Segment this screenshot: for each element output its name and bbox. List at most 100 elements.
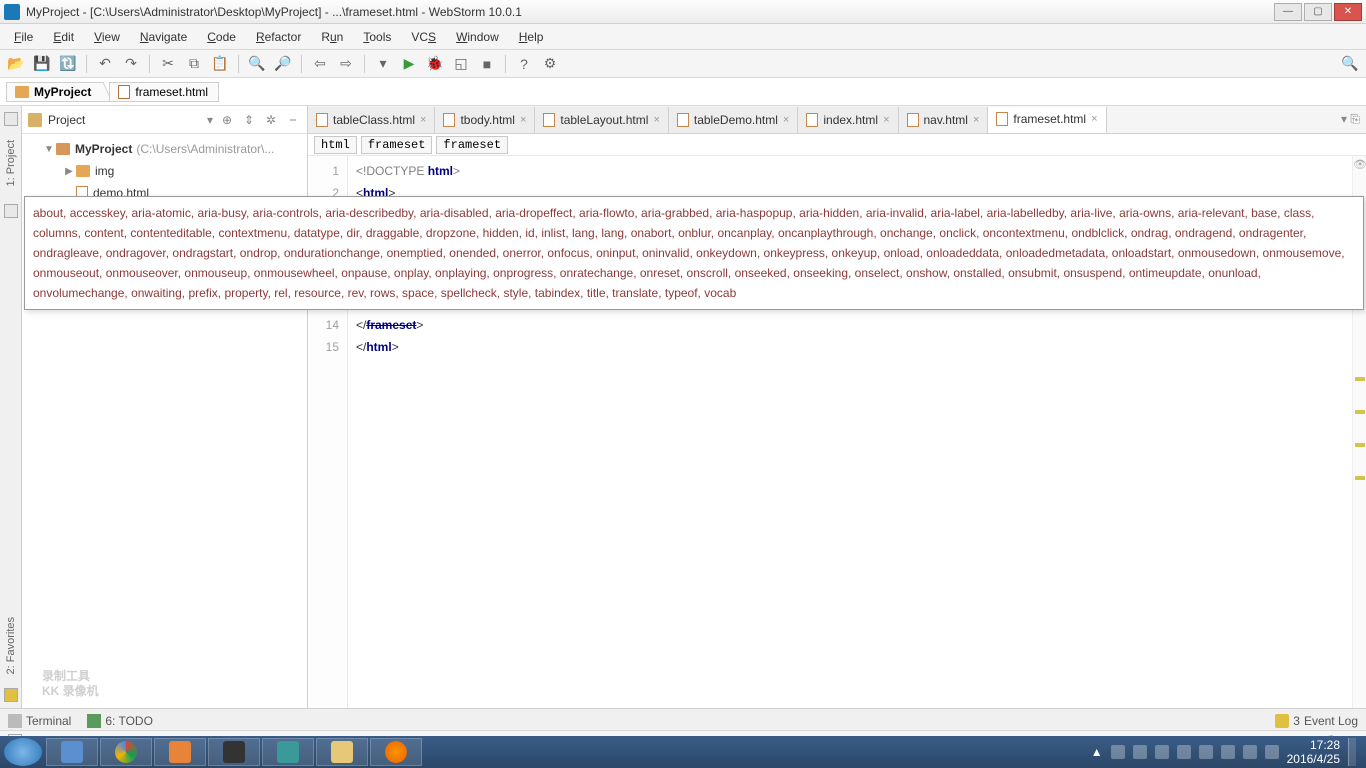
sync-button[interactable]: 🔃: [58, 54, 78, 74]
tool-tab-project[interactable]: 1: Project: [3, 136, 19, 190]
tab-frameset[interactable]: frameset.html×: [988, 107, 1106, 133]
breadcrumb-project[interactable]: MyProject: [6, 82, 101, 102]
tab-tablelayout[interactable]: tableLayout.html×: [535, 107, 669, 133]
open-button[interactable]: 📂: [6, 54, 26, 74]
tree-root[interactable]: ▼ MyProject (C:\Users\Administrator\...: [22, 138, 307, 160]
menu-code[interactable]: Code: [199, 27, 244, 47]
collapse-all-button[interactable]: ⇕: [241, 112, 257, 128]
warning-mark[interactable]: [1355, 410, 1365, 414]
minimize-button[interactable]: —: [1274, 3, 1302, 21]
close-tab-icon[interactable]: ×: [653, 114, 659, 126]
editor-crumb[interactable]: html: [314, 136, 357, 154]
undo-button[interactable]: ↶: [95, 54, 115, 74]
save-button[interactable]: 💾: [32, 54, 52, 74]
stop-button[interactable]: ■: [477, 54, 497, 74]
warning-mark[interactable]: [1355, 377, 1365, 381]
taskbar-app[interactable]: [154, 738, 206, 766]
tab-index[interactable]: index.html×: [798, 107, 898, 133]
menu-window[interactable]: Window: [448, 27, 507, 47]
breadcrumb-file[interactable]: frameset.html: [109, 82, 219, 102]
tree-folder-img[interactable]: ▶ img: [22, 160, 307, 182]
tray-expand-icon[interactable]: ▲: [1091, 745, 1103, 759]
system-tray: ▲ 17:28 2016/4/25: [1091, 738, 1362, 767]
menu-vcs[interactable]: VCS: [403, 27, 444, 47]
event-log-button[interactable]: 3 Event Log: [1275, 714, 1358, 728]
settings-gear-icon[interactable]: ✲: [263, 112, 279, 128]
maximize-button[interactable]: ▢: [1304, 3, 1332, 21]
taskbar-explorer[interactable]: [316, 738, 368, 766]
tool-tab-label: Terminal: [26, 714, 71, 728]
favorites-tool-icon[interactable]: [4, 688, 18, 702]
menu-file[interactable]: File: [6, 27, 41, 47]
menu-view[interactable]: View: [86, 27, 128, 47]
menu-tools[interactable]: Tools: [355, 27, 399, 47]
taskbar-chrome[interactable]: [100, 738, 152, 766]
expand-arrow-icon[interactable]: ▼: [42, 144, 56, 155]
replace-button[interactable]: 🔎: [273, 54, 293, 74]
tree-root-label: MyProject: [75, 142, 132, 156]
back-button[interactable]: ⇦: [310, 54, 330, 74]
help-button[interactable]: ?: [514, 54, 534, 74]
show-desktop-button[interactable]: [1348, 738, 1356, 766]
menu-run[interactable]: Run: [313, 27, 351, 47]
tool-tab-terminal[interactable]: Terminal: [8, 714, 71, 728]
settings-button[interactable]: ⚙: [540, 54, 560, 74]
tray-icon[interactable]: [1221, 745, 1235, 759]
editor-crumb[interactable]: frameset: [436, 136, 508, 154]
menu-help[interactable]: Help: [511, 27, 552, 47]
menu-refactor[interactable]: Refactor: [248, 27, 309, 47]
cut-button[interactable]: ✂: [158, 54, 178, 74]
editor-crumb[interactable]: frameset: [361, 136, 433, 154]
tray-icon[interactable]: [1177, 745, 1191, 759]
close-tab-icon[interactable]: ×: [973, 114, 979, 126]
tray-icon[interactable]: [1111, 745, 1125, 759]
taskbar-clock[interactable]: 17:28 2016/4/25: [1287, 738, 1340, 767]
redo-button[interactable]: ↷: [121, 54, 141, 74]
taskbar-firefox[interactable]: [370, 738, 422, 766]
tool-tab-favorites[interactable]: 2: Favorites: [3, 613, 19, 678]
tray-icon[interactable]: [1199, 745, 1213, 759]
taskbar-webstorm[interactable]: [262, 738, 314, 766]
run-button[interactable]: ▶: [399, 54, 419, 74]
tab-nav[interactable]: nav.html×: [899, 107, 989, 133]
tray-icon[interactable]: [1155, 745, 1169, 759]
close-button[interactable]: ✕: [1334, 3, 1362, 21]
menu-navigate[interactable]: Navigate: [132, 27, 195, 47]
tray-icon[interactable]: [1133, 745, 1147, 759]
close-tab-icon[interactable]: ×: [883, 114, 889, 126]
scroll-from-source-button[interactable]: ⊕: [219, 112, 235, 128]
coverage-button[interactable]: ◱: [451, 54, 471, 74]
close-tab-icon[interactable]: ×: [420, 114, 426, 126]
menu-edit[interactable]: Edit: [45, 27, 82, 47]
tab-tableclass[interactable]: tableClass.html×: [308, 107, 435, 133]
warning-mark[interactable]: [1355, 443, 1365, 447]
project-tool-icon[interactable]: [4, 112, 18, 126]
html-file-icon: [677, 113, 689, 127]
close-tab-icon[interactable]: ×: [520, 114, 526, 126]
tool-tab-todo[interactable]: 6: TODO: [87, 714, 153, 728]
debug-button[interactable]: 🐞: [425, 54, 445, 74]
copy-button[interactable]: ⧉: [184, 54, 204, 74]
close-tab-icon[interactable]: ×: [783, 114, 789, 126]
find-button[interactable]: 🔍: [247, 54, 267, 74]
inspection-eye-icon[interactable]: 👁: [1353, 158, 1365, 170]
search-everywhere-button[interactable]: 🔍: [1340, 54, 1360, 74]
hide-button[interactable]: ⎯: [285, 112, 301, 128]
tab-tbody[interactable]: tbody.html×: [435, 107, 535, 133]
warning-mark[interactable]: [1355, 476, 1365, 480]
project-view-title[interactable]: Project: [48, 113, 201, 127]
autocomplete-popup[interactable]: about, accesskey, aria-atomic, aria-busy…: [24, 196, 1364, 310]
paste-button[interactable]: 📋: [210, 54, 230, 74]
forward-button[interactable]: ⇨: [336, 54, 356, 74]
start-button[interactable]: [4, 738, 42, 766]
run-config-button[interactable]: ▾: [373, 54, 393, 74]
expand-arrow-icon[interactable]: ▶: [62, 166, 76, 177]
tray-icon[interactable]: [1243, 745, 1257, 759]
structure-tool-icon[interactable]: [4, 204, 18, 218]
taskbar-app[interactable]: [208, 738, 260, 766]
tray-volume-icon[interactable]: [1265, 745, 1279, 759]
taskbar-app[interactable]: [46, 738, 98, 766]
tab-list-button[interactable]: ▾ ⎘: [1335, 112, 1366, 127]
close-tab-icon[interactable]: ×: [1091, 113, 1097, 125]
tab-tabledemo[interactable]: tableDemo.html×: [669, 107, 798, 133]
